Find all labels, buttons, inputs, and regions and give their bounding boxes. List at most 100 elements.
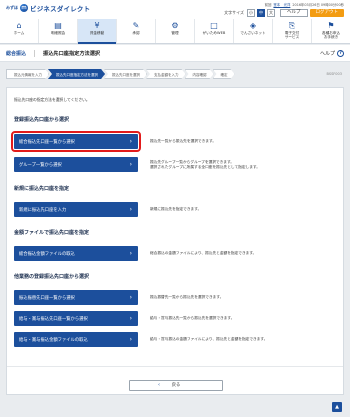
intro-text: 振込先口座の指定方法を選択してください。 — [14, 97, 90, 102]
logo-mark-icon: ｍ — [20, 3, 28, 12]
header-controls: 文字サイズ 小 中 大 ヘルプ ログアウト — [224, 9, 344, 17]
option-description: 振込振替先一覧から振込先を選択できます。 — [150, 295, 224, 299]
section-title-registered: 登録振込先口座から選択 — [14, 117, 70, 123]
user-prefix: 前回 — [264, 3, 272, 7]
logout-button[interactable]: ログアウト — [309, 9, 344, 17]
global-header: みずほ ｍ ビジネスダイレクト 前回 堂本 光洋 2016年03月26日 09時… — [0, 0, 350, 44]
flag-icon: ⚑ — [327, 21, 335, 30]
page-help-label: ヘルプ — [319, 51, 335, 57]
button-label: 給与・賞与振込先口座一覧から選択 — [19, 316, 88, 322]
step-3: 振込先口座を選択 — [104, 69, 147, 79]
step-5: 内容確認 — [185, 69, 214, 79]
gear-icon: ⚙ — [171, 21, 179, 30]
step-2: 振込先口座指定方法を選択 — [48, 69, 105, 79]
gnav-label: がいためWEB — [202, 31, 226, 35]
button-label: 総合振込金額ファイルの取込 — [19, 251, 75, 257]
back-button[interactable]: ‹ 戻る — [129, 380, 223, 391]
import-salary-amount-file-button[interactable]: 給与・賞与振込金額ファイルの取込 › — [14, 332, 138, 347]
button-label: 給与・賞与振込金額ファイルの取込 — [19, 337, 88, 343]
select-from-salary-list-button[interactable]: 給与・賞与振込先口座一覧から選択 › — [14, 311, 138, 326]
button-label: 総合振込先口座一覧から選択 — [19, 139, 75, 145]
user-info: 前回 堂本 光洋 2016年03月26日 09時00分00秒 — [265, 2, 344, 7]
page-title: 振込先口座指定方法選択 — [43, 50, 101, 57]
font-size-large-button[interactable]: 大 — [267, 9, 275, 17]
page-top-button[interactable]: ▲ — [332, 402, 342, 412]
gnav-label: 各種お申込 お手続き — [322, 31, 340, 40]
global-nav: ⌂ ホーム ▤ 明細照会 ¥ 資金移動 ✎ 承認 ⚙ 管理 □ がいためWEB … — [0, 19, 350, 44]
user-name[interactable]: 堂本 光洋 — [273, 2, 290, 7]
gnav-e-delivery[interactable]: ⎘ 電子交付 サービス — [273, 19, 312, 43]
gnav-label: 電子交付 サービス — [284, 31, 300, 40]
gnav-label: ホーム — [13, 31, 25, 35]
option-row: 給与・賞与振込先口座一覧から選択 › 給与・賞与振込先一覧から振込先を選択できま… — [14, 311, 234, 326]
gnav-applications[interactable]: ⚑ 各種お申込 お手続き — [312, 19, 350, 43]
option-row: 振込振替先口座一覧から選択 › 振込振替先一覧から振込先を選択できます。 — [14, 290, 223, 305]
chevron-right-icon: › — [129, 206, 132, 213]
divider — [7, 366, 343, 367]
gnav-statements[interactable]: ▤ 明細照会 — [39, 19, 78, 43]
chevron-right-icon: › — [129, 294, 132, 301]
chevron-right-icon: › — [129, 138, 132, 145]
select-from-transfer-list-button[interactable]: 振込振替先口座一覧から選択 › — [14, 290, 138, 305]
gnav-gaitame-web[interactable]: □ がいためWEB — [195, 19, 234, 43]
gnav-densai-net[interactable]: ◈ でんさいネット — [234, 19, 273, 43]
gnav-approval[interactable]: ✎ 承認 — [117, 19, 156, 43]
step-4: 支払金額を入力 — [146, 69, 186, 79]
font-size-small-button[interactable]: 小 — [247, 9, 255, 17]
user-last-login: 2016年03月26日 09時00分00秒 — [292, 3, 344, 7]
import-amount-file-button[interactable]: 総合振込金額ファイルの取込 › — [14, 246, 138, 261]
chevron-left-icon: ‹ — [158, 382, 160, 388]
chevron-right-icon: › — [129, 161, 132, 168]
section-title-new: 新規に振込先口座を指定 — [14, 186, 70, 192]
yen-icon: ¥ — [94, 21, 100, 30]
chevron-right-icon: › — [129, 250, 132, 257]
screen-id: BSSF003 — [326, 72, 342, 76]
option-row: グループ一覧から選択 › 振込先グループ一覧からグループを選択できます。 選択さ… — [14, 157, 260, 172]
gnav-label: 承認 — [132, 31, 140, 35]
section-title-other: 他業務の登録振込先口座から選択 — [14, 274, 90, 280]
section-title-file: 金額ファイルで振込先口座を指定 — [14, 230, 90, 236]
option-description: 振込先一覧から振込先を選択できます。 — [150, 139, 217, 143]
font-size-label: 文字サイズ — [224, 10, 244, 15]
option-description: 新規に振込先を指定できます。 — [150, 207, 202, 211]
option-row: 新規に振込先口座を入力 › 新規に振込先を指定できます。 — [14, 202, 201, 217]
question-icon: ? — [337, 50, 344, 57]
network-icon: ◈ — [249, 21, 257, 30]
arrow-up-icon: ▲ — [335, 404, 339, 410]
font-size-medium-button[interactable]: 中 — [257, 9, 265, 17]
gnav-home[interactable]: ⌂ ホーム — [0, 19, 39, 43]
gnav-label: 資金移動 — [89, 31, 105, 35]
page-help[interactable]: ヘルプ ? — [320, 50, 344, 57]
home-icon: ⌂ — [16, 21, 22, 30]
gnav-label: 管理 — [171, 31, 179, 35]
pen-icon: ✎ — [132, 21, 140, 30]
header-help-button[interactable]: ヘルプ — [280, 9, 308, 17]
enter-new-payee-button[interactable]: 新規に振込先口座を入力 › — [14, 202, 138, 217]
gnav-transfer[interactable]: ¥ 資金移動 — [78, 19, 117, 44]
gnav-management[interactable]: ⚙ 管理 — [156, 19, 195, 43]
step-indicator: 振込元情報を入力 振込先口座指定方法を選択 振込先口座を選択 支払金額を入力 内… — [6, 69, 234, 79]
step-6: 確定 — [213, 69, 235, 79]
option-description: 総合振込の金額ファイルにより、振込先と金額を指定できます。 — [150, 251, 257, 255]
gnav-label: 明細照会 — [50, 31, 66, 35]
button-label: 新規に振込先口座を入力 — [19, 207, 67, 213]
option-description: 給与・賞与振込先一覧から振込先を選択できます。 — [150, 316, 235, 320]
logo-prefix: みずほ — [6, 4, 18, 10]
document-icon: ▤ — [54, 21, 62, 30]
page-subheader: 総合振込 振込先口座指定方法選択 ヘルプ ? — [0, 45, 350, 62]
gnav-label: でんさいネット — [240, 31, 266, 35]
button-label: 振込振替先口座一覧から選択 — [19, 295, 75, 301]
copy-icon: ⎘ — [288, 21, 296, 30]
select-from-payee-list-button[interactable]: 総合振込先口座一覧から選択 › — [11, 131, 141, 152]
logo-text: ビジネスダイレクト — [30, 4, 91, 13]
option-description: 振込先グループ一覧からグループを選択できます。 選択されたグループに所属する全口… — [150, 159, 260, 169]
option-description: 給与・賞与振込の金額ファイルにより、振込先と金額を指定できます。 — [150, 337, 268, 341]
option-row: 給与・賞与振込金額ファイルの取込 › 給与・賞与振込の金額ファイルにより、振込先… — [14, 332, 267, 347]
chevron-right-icon: › — [129, 315, 132, 322]
brand-logo: みずほ ｍ ビジネスダイレクト — [6, 3, 91, 13]
page-category: 総合振込 — [6, 49, 36, 57]
button-label: グループ一覧から選択 — [19, 162, 62, 168]
select-from-group-list-button[interactable]: グループ一覧から選択 › — [14, 157, 138, 172]
back-button-label: 戻る — [171, 383, 181, 388]
main-panel: 振込先口座の指定方法を選択してください。 登録振込先口座から選択 総合振込先口座… — [6, 87, 344, 395]
